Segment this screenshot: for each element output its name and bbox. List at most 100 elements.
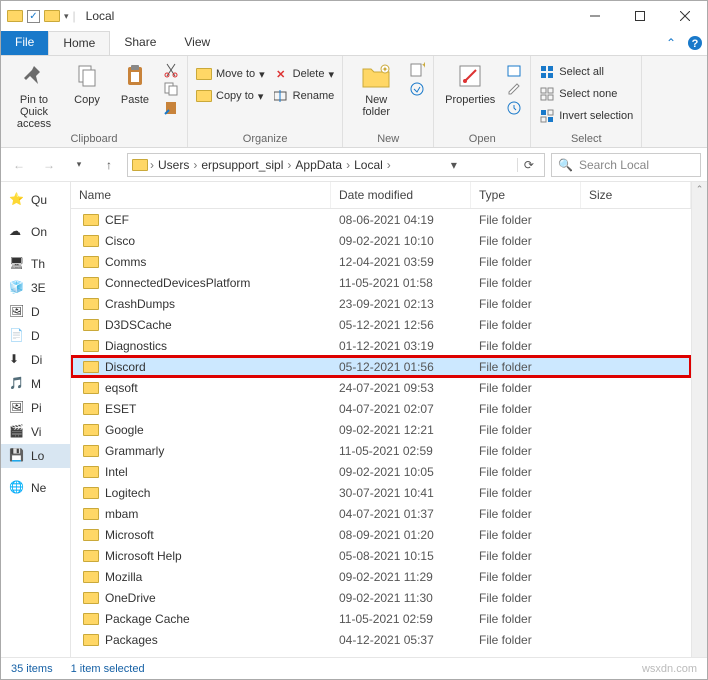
new-folder-button[interactable]: ✦ New folder bbox=[351, 60, 401, 118]
sidebar-item[interactable]: ☁On bbox=[1, 220, 70, 244]
copy-path-icon[interactable] bbox=[163, 81, 179, 97]
sidebar-item[interactable]: 🎬Vi bbox=[1, 420, 70, 444]
table-row[interactable]: Grammarly11-05-2021 02:59File folder bbox=[71, 440, 691, 461]
qat-dropdown-icon[interactable]: ▾ bbox=[64, 11, 69, 22]
select-all-button[interactable]: Select all bbox=[539, 64, 633, 80]
sidebar-item[interactable]: ⭐Qu bbox=[1, 188, 70, 212]
tab-home[interactable]: Home bbox=[48, 31, 110, 55]
folder-icon bbox=[83, 319, 99, 331]
qat-checkbox[interactable]: ✓ bbox=[27, 10, 40, 23]
edit-icon[interactable] bbox=[506, 81, 522, 97]
file-date: 09-02-2021 10:05 bbox=[331, 465, 471, 479]
select-none-button[interactable]: Select none bbox=[539, 86, 633, 102]
breadcrumb-item[interactable]: Users bbox=[156, 158, 191, 172]
folder-icon bbox=[83, 361, 99, 373]
tab-share[interactable]: Share bbox=[110, 31, 170, 55]
qat-folder-icon[interactable] bbox=[44, 10, 60, 22]
new-item-icon[interactable]: ✦ bbox=[409, 62, 425, 78]
sidebar-item[interactable]: ⬇Di bbox=[1, 348, 70, 372]
file-name: ConnectedDevicesPlatform bbox=[105, 276, 250, 290]
paste-button[interactable]: Paste bbox=[115, 60, 155, 106]
history-icon[interactable] bbox=[506, 100, 522, 116]
sidebar-item[interactable]: 🎵M bbox=[1, 372, 70, 396]
sidebar-item-label: 3E bbox=[31, 281, 46, 295]
table-row[interactable]: Discord05-12-2021 01:56File folder bbox=[71, 356, 691, 377]
sidebar-item[interactable]: 🖥Th bbox=[1, 252, 70, 276]
table-row[interactable]: Mozilla09-02-2021 11:29File folder bbox=[71, 566, 691, 587]
table-row[interactable]: Intel09-02-2021 10:05File folder bbox=[71, 461, 691, 482]
address-bar[interactable]: › Users› erpsupport_sipl› AppData› Local… bbox=[127, 153, 545, 177]
tab-file[interactable]: File bbox=[1, 31, 48, 55]
group-clipboard-label: Clipboard bbox=[70, 133, 117, 145]
file-date: 05-08-2021 10:15 bbox=[331, 549, 471, 563]
file-list[interactable]: CEF08-06-2021 04:19File folderCisco09-02… bbox=[71, 209, 691, 657]
file-date: 12-04-2021 03:59 bbox=[331, 255, 471, 269]
pin-to-quick-access-button[interactable]: Pin to Quick access bbox=[9, 60, 59, 130]
col-date[interactable]: Date modified bbox=[331, 182, 471, 208]
easy-access-icon[interactable] bbox=[409, 81, 425, 97]
table-row[interactable]: Microsoft08-09-2021 01:20File folder bbox=[71, 524, 691, 545]
paste-icon bbox=[119, 60, 151, 92]
breadcrumb-item[interactable]: erpsupport_sipl bbox=[199, 158, 285, 172]
search-input[interactable]: 🔍 Search Local bbox=[551, 153, 701, 177]
table-row[interactable]: eqsoft24-07-2021 09:53File folder bbox=[71, 377, 691, 398]
sidebar-item[interactable]: 🖼D bbox=[1, 300, 70, 324]
close-button[interactable] bbox=[662, 1, 707, 31]
ribbon-tabs: File Home Share View ⌃ ? bbox=[1, 31, 707, 56]
open-icon[interactable] bbox=[506, 62, 522, 78]
sidebar-item[interactable]: 🖼Pi bbox=[1, 396, 70, 420]
scrollbar[interactable]: ⌃ bbox=[691, 182, 707, 657]
invert-selection-button[interactable]: Invert selection bbox=[539, 108, 633, 124]
table-row[interactable]: Comms12-04-2021 03:59File folder bbox=[71, 251, 691, 272]
table-row[interactable]: Logitech30-07-2021 10:41File folder bbox=[71, 482, 691, 503]
sidebar-item[interactable]: 💾Lo bbox=[1, 444, 70, 468]
breadcrumb-item[interactable]: Local bbox=[352, 158, 385, 172]
table-row[interactable]: D3DSCache05-12-2021 12:56File folder bbox=[71, 314, 691, 335]
tab-view[interactable]: View bbox=[170, 31, 224, 55]
copy-button[interactable]: Copy bbox=[67, 60, 107, 106]
table-row[interactable]: CEF08-06-2021 04:19File folder bbox=[71, 209, 691, 230]
delete-button[interactable]: ✕Delete ▾ bbox=[273, 66, 335, 82]
sidebar-item[interactable]: 🧊3E bbox=[1, 276, 70, 300]
table-row[interactable]: Microsoft Help05-08-2021 10:15File folde… bbox=[71, 545, 691, 566]
help-button[interactable]: ? bbox=[683, 31, 707, 55]
paste-shortcut-icon[interactable] bbox=[163, 100, 179, 116]
titlebar: ✓ ▾ | Local bbox=[1, 1, 707, 31]
breadcrumb-item[interactable]: AppData bbox=[293, 158, 344, 172]
recent-locations-button[interactable]: ▾ bbox=[67, 153, 91, 177]
rename-button[interactable]: Rename bbox=[273, 88, 335, 104]
cut-icon[interactable] bbox=[163, 62, 179, 78]
table-row[interactable]: Diagnostics01-12-2021 03:19File folder bbox=[71, 335, 691, 356]
sidebar-item[interactable]: 📄D bbox=[1, 324, 70, 348]
table-row[interactable]: ESET04-07-2021 02:07File folder bbox=[71, 398, 691, 419]
col-type[interactable]: Type bbox=[471, 182, 581, 208]
file-type: File folder bbox=[471, 591, 581, 605]
up-button[interactable]: ↑ bbox=[97, 153, 121, 177]
file-type: File folder bbox=[471, 339, 581, 353]
forward-button[interactable]: → bbox=[37, 153, 61, 177]
sidebar-item[interactable]: 🌐Ne bbox=[1, 476, 70, 500]
table-row[interactable]: Google09-02-2021 12:21File folder bbox=[71, 419, 691, 440]
column-headers[interactable]: Name Date modified Type Size bbox=[71, 182, 691, 209]
table-row[interactable]: Packages04-12-2021 05:37File folder bbox=[71, 629, 691, 650]
refresh-button[interactable]: ⟳ bbox=[517, 158, 540, 172]
back-button[interactable]: ← bbox=[7, 153, 31, 177]
properties-button[interactable]: Properties bbox=[442, 60, 498, 106]
table-row[interactable]: mbam04-07-2021 01:37File folder bbox=[71, 503, 691, 524]
table-row[interactable]: Package Cache11-05-2021 02:59File folder bbox=[71, 608, 691, 629]
maximize-button[interactable] bbox=[617, 1, 662, 31]
col-size[interactable]: Size bbox=[581, 182, 691, 208]
file-name: Grammarly bbox=[105, 444, 164, 458]
move-to-button[interactable]: Move to ▾ bbox=[196, 66, 265, 82]
copy-to-button[interactable]: Copy to ▾ bbox=[196, 88, 265, 104]
table-row[interactable]: Cisco09-02-2021 10:10File folder bbox=[71, 230, 691, 251]
navigation-pane[interactable]: ⭐Qu ☁On 🖥Th🧊3E🖼D📄D⬇Di🎵M🖼Pi🎬Vi💾Lo 🌐Ne bbox=[1, 182, 71, 657]
collapse-ribbon-icon[interactable]: ⌃ bbox=[659, 31, 683, 55]
minimize-button[interactable] bbox=[572, 1, 617, 31]
table-row[interactable]: OneDrive09-02-2021 11:30File folder bbox=[71, 587, 691, 608]
table-row[interactable]: ConnectedDevicesPlatform11-05-2021 01:58… bbox=[71, 272, 691, 293]
file-date: 30-07-2021 10:41 bbox=[331, 486, 471, 500]
col-name[interactable]: Name bbox=[71, 182, 331, 208]
history-dropdown-icon[interactable]: ▾ bbox=[445, 158, 463, 172]
table-row[interactable]: CrashDumps23-09-2021 02:13File folder bbox=[71, 293, 691, 314]
